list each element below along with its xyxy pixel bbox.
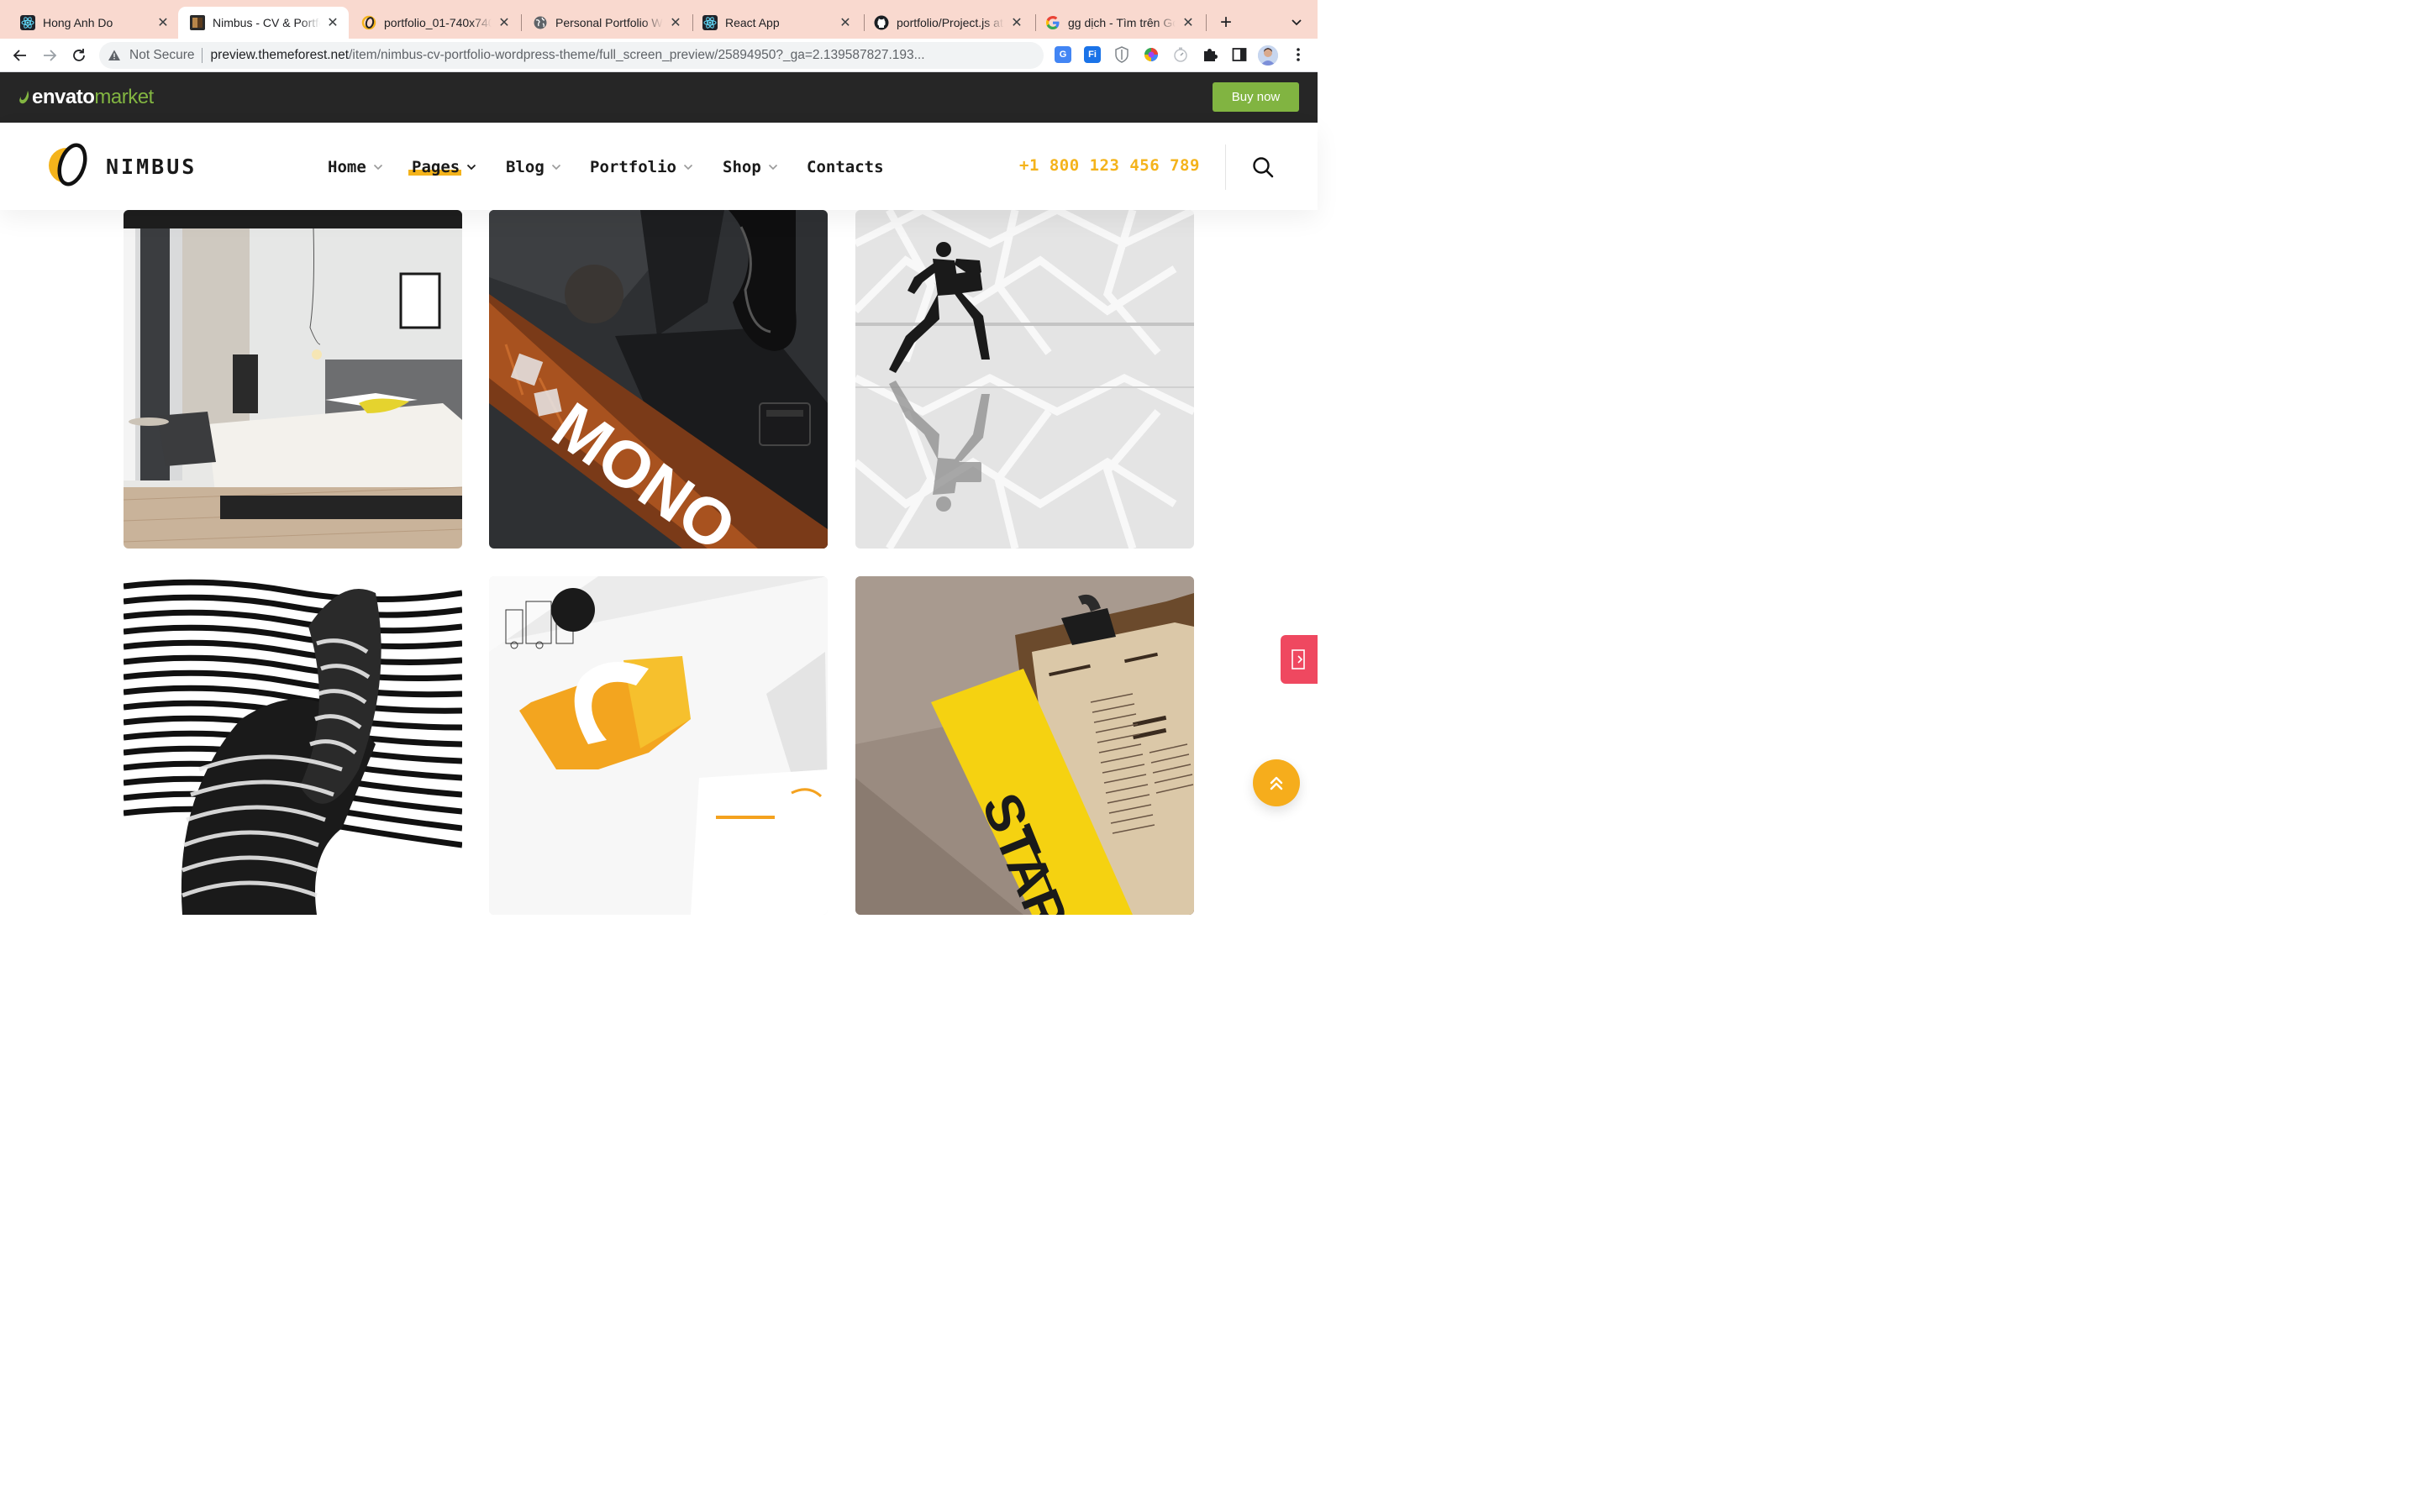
nav-label: Blog xyxy=(506,158,544,176)
forward-icon[interactable] xyxy=(40,46,59,65)
close-tab-icon[interactable]: ✕ xyxy=(1181,15,1196,30)
avatar[interactable] xyxy=(1258,45,1278,66)
tab-title: Hong Anh Do xyxy=(43,16,150,29)
site-name[interactable]: NIMBUS xyxy=(106,155,197,179)
portfolio-item-bedroom[interactable] xyxy=(124,210,462,549)
portfolio-item-stripes[interactable] xyxy=(124,576,462,915)
portfolio-image xyxy=(124,576,462,915)
nav-label: Home xyxy=(328,158,366,176)
nav-label: Portfolio xyxy=(590,158,676,176)
chevron-down-icon xyxy=(551,164,561,171)
globe-icon xyxy=(533,15,548,30)
browser-tab[interactable]: Personal Portfolio We ✕ xyxy=(521,7,692,39)
portfolio-item-menu[interactable]: STAR xyxy=(855,576,1194,915)
phone-number[interactable]: +1 800 123 456 789 xyxy=(1019,156,1200,175)
react-icon xyxy=(20,15,35,30)
nav-item-home[interactable]: Home xyxy=(328,156,383,178)
url-host: preview.themeforest.net xyxy=(210,48,350,62)
scroll-to-top-button[interactable] xyxy=(1253,759,1300,806)
close-tab-icon[interactable]: ✕ xyxy=(155,15,171,30)
buy-now-button[interactable]: Buy now xyxy=(1213,82,1299,112)
reload-icon[interactable] xyxy=(70,46,88,65)
tab-separator xyxy=(1206,14,1207,31)
translate-icon[interactable]: G xyxy=(1055,46,1071,63)
timer-icon[interactable] xyxy=(1172,46,1189,63)
browser-tab[interactable]: React App ✕ xyxy=(691,7,861,39)
tab-separator xyxy=(521,14,522,31)
nimbus-icon xyxy=(361,15,376,30)
tab-title: gg dịch - Tìm trên Go xyxy=(1068,16,1176,29)
back-icon[interactable] xyxy=(11,46,29,65)
chevron-down-icon xyxy=(768,164,778,171)
address-bar[interactable]: Not Secure preview.themeforest.net/item/… xyxy=(99,42,1044,69)
browser-tab[interactable]: portfolio/Project.js at ✕ xyxy=(862,7,1033,39)
close-tab-icon[interactable]: ✕ xyxy=(325,15,340,30)
security-label[interactable]: Not Secure xyxy=(129,48,195,63)
chevron-down-icon xyxy=(466,164,476,171)
close-tab-icon[interactable]: ✕ xyxy=(838,15,853,30)
market-logo-word: market xyxy=(94,86,154,108)
header-divider xyxy=(1225,144,1226,190)
puzzle-icon[interactable] xyxy=(1202,46,1218,63)
tab-title: Nimbus - CV & Portfolio xyxy=(213,16,320,29)
nav-item-blog[interactable]: Blog xyxy=(506,156,561,178)
shield-icon[interactable] xyxy=(1113,46,1130,63)
tab-title: portfolio_01-740x740 xyxy=(384,16,492,29)
sidepanel-icon[interactable] xyxy=(1231,46,1248,63)
tab-separator xyxy=(692,14,693,31)
nav-item-portfolio[interactable]: Portfolio xyxy=(590,156,693,178)
nav-label: Contacts xyxy=(807,158,884,176)
close-tab-icon[interactable]: ✕ xyxy=(497,15,512,30)
double-chevron-up-icon xyxy=(1269,775,1284,790)
nav-label: Pages xyxy=(408,158,462,176)
search-icon[interactable] xyxy=(1252,156,1274,178)
tab-search-chevron-icon[interactable] xyxy=(1288,13,1305,30)
browser-tab[interactable]: portfolio_01-740x740 ✕ xyxy=(350,7,520,39)
warning-icon[interactable] xyxy=(108,49,121,62)
google-icon xyxy=(1045,15,1060,30)
tab-separator xyxy=(864,14,865,31)
tab-separator xyxy=(1035,14,1036,31)
color-wheel-icon[interactable] xyxy=(1143,46,1160,63)
envato-market-bar: envato market xyxy=(0,72,1318,123)
close-tab-icon[interactable]: ✕ xyxy=(668,15,683,30)
url-text[interactable]: preview.themeforest.net/item/nimbus-cv-p… xyxy=(211,48,971,63)
nav-item-contacts[interactable]: Contacts xyxy=(807,156,884,178)
tab-title: Personal Portfolio We xyxy=(555,16,663,29)
portfolio-image: STAR xyxy=(855,576,1194,915)
nav-label: Shop xyxy=(723,158,761,176)
github-icon xyxy=(874,15,889,30)
portfolio-image xyxy=(124,210,462,549)
tab-title: React App xyxy=(725,16,833,29)
portfolio-item-brand[interactable] xyxy=(489,576,828,915)
portfolio-image: MONO xyxy=(489,210,828,549)
url-path: /item/nimbus-cv-portfolio-wordpress-them… xyxy=(349,48,925,62)
nav-item-pages[interactable]: Pages xyxy=(408,156,476,178)
portfolio-image xyxy=(489,576,828,915)
browser-tab[interactable]: Hong Anh Do ✕ xyxy=(8,7,179,39)
tab-title: portfolio/Project.js at xyxy=(897,16,1004,29)
portfolio-image xyxy=(855,210,1194,549)
nimbus-logo-icon[interactable] xyxy=(46,142,93,189)
chevron-down-icon xyxy=(373,164,383,171)
react-icon xyxy=(702,15,718,30)
chevron-down-icon xyxy=(683,164,693,171)
close-tab-icon[interactable]: ✕ xyxy=(1009,15,1024,30)
envato-logo-word: envato xyxy=(32,86,95,108)
portfolio-item-mono[interactable]: MONO xyxy=(489,210,828,549)
envato-logo[interactable]: envato market xyxy=(18,86,154,109)
portfolio-item-runner[interactable] xyxy=(855,210,1194,549)
browser-tab[interactable]: gg dịch - Tìm trên Go ✕ xyxy=(1034,7,1204,39)
divider xyxy=(201,48,203,63)
nav-item-shop[interactable]: Shop xyxy=(723,156,778,178)
browser-tab-strip: Hong Anh Do ✕ Nimbus - CV & Portfolio ✕ … xyxy=(0,0,1318,39)
new-tab-button[interactable]: + xyxy=(1218,13,1234,33)
themeforest-icon xyxy=(190,15,205,30)
browser-menu-icon[interactable] xyxy=(1290,46,1307,63)
envato-leaf-icon xyxy=(18,90,30,105)
browser-tab-active[interactable]: Nimbus - CV & Portfolio ✕ xyxy=(178,7,349,39)
font-icon[interactable]: Fi xyxy=(1084,46,1101,63)
exit-icon[interactable] xyxy=(1281,635,1318,684)
